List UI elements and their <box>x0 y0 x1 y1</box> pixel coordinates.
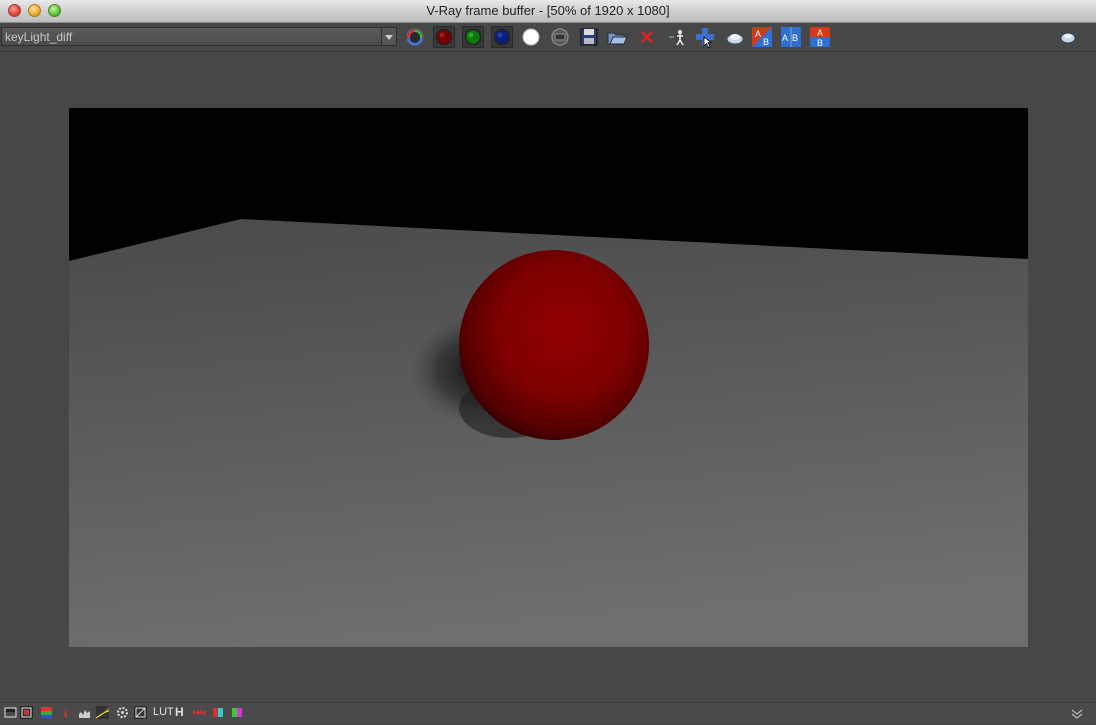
exposure-icon[interactable] <box>40 706 53 719</box>
compare-ab-horizontal-icon[interactable]: AB <box>780 26 802 48</box>
render-last-icon[interactable] <box>723 26 745 48</box>
curves-icon[interactable] <box>96 706 109 719</box>
stereo-green-magenta-icon[interactable] <box>231 706 244 719</box>
lut-button[interactable]: LUT <box>153 706 174 719</box>
clear-image-icon[interactable] <box>636 26 658 48</box>
link-to-render-icon[interactable]: AB <box>751 26 773 48</box>
svg-text:A: A <box>817 28 823 38</box>
svg-text:B: B <box>763 37 769 47</box>
monochrome-icon[interactable] <box>549 26 571 48</box>
save-image-icon[interactable] <box>578 26 600 48</box>
window-title: V-Ray frame buffer - [50% of 1920 x 1080… <box>426 3 670 18</box>
red-sphere <box>459 250 649 440</box>
load-image-icon[interactable] <box>606 26 628 48</box>
compare-ab-vertical-icon[interactable]: AB <box>809 26 831 48</box>
info-icon[interactable]: i <box>61 706 74 719</box>
toolbar: keyLight_diff AB A B A B <box>0 23 1096 52</box>
track-mouse-icon[interactable] <box>665 26 687 48</box>
blue-channel-icon[interactable] <box>491 26 513 48</box>
lens-effects-icon[interactable] <box>134 706 147 719</box>
histogram-button[interactable]: H <box>175 706 184 719</box>
chevron-down-icon[interactable] <box>381 28 396 45</box>
render-element-select-value: keyLight_diff <box>5 30 73 44</box>
region-render-icon[interactable] <box>694 26 716 48</box>
render-viewport[interactable] <box>0 52 1096 702</box>
svg-text:B: B <box>792 33 798 43</box>
teapot-render-icon[interactable] <box>1057 26 1079 48</box>
red-channel-icon[interactable] <box>433 26 455 48</box>
show-pixel-info-icon[interactable] <box>4 706 17 719</box>
statusbar: i LUT H <box>0 702 1096 723</box>
color-swatch-icon[interactable] <box>212 706 225 719</box>
svg-text:A: A <box>755 29 761 39</box>
levels-icon[interactable] <box>78 706 91 719</box>
color-correction-icon[interactable] <box>20 706 33 719</box>
svg-text:B: B <box>817 38 823 48</box>
svg-text:i: i <box>64 708 67 719</box>
expand-icon[interactable] <box>1070 707 1084 725</box>
display-color-channels-icon[interactable] <box>404 26 426 48</box>
alpha-channel-icon[interactable] <box>520 26 542 48</box>
green-channel-icon[interactable] <box>462 26 484 48</box>
settings-gear-icon[interactable] <box>116 706 129 719</box>
render-element-select[interactable]: keyLight_diff <box>1 27 397 46</box>
stereo-red-cyan-icon[interactable] <box>193 706 206 719</box>
rendered-image <box>69 108 1028 647</box>
window-title-bar[interactable]: V-Ray frame buffer - [50% of 1920 x 1080… <box>0 0 1096 23</box>
svg-text:A: A <box>782 33 788 43</box>
